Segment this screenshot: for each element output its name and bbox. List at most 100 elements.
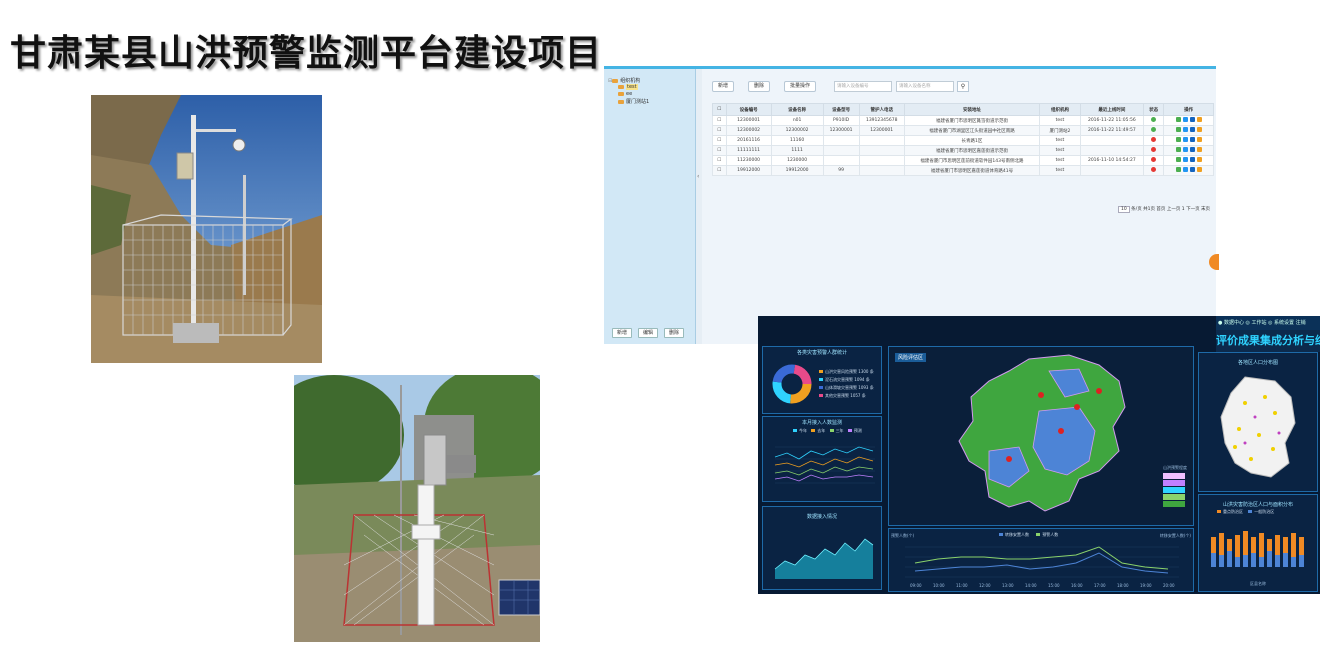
edit-icon[interactable] (1182, 127, 1188, 132)
row-checkbox[interactable]: ☐ (712, 125, 727, 136)
config-icon[interactable] (1189, 167, 1195, 172)
col-header[interactable]: 最近上线时间 (1079, 103, 1144, 116)
view-icon[interactable] (1175, 127, 1181, 132)
col-header[interactable]: 安装地址 (903, 103, 1041, 116)
row-checkbox[interactable]: ☐ (712, 145, 727, 156)
col-header[interactable]: 状态 (1142, 103, 1165, 116)
config-icon[interactable] (1189, 117, 1195, 122)
x-tick-label: 20:00 (1163, 583, 1175, 588)
config-icon[interactable] (1189, 147, 1195, 152)
line-chart (774, 446, 875, 484)
cell-phone: 12300001 (858, 125, 905, 136)
cell-last-online (1079, 145, 1144, 156)
delete-button[interactable]: 删除 (748, 81, 771, 92)
warning-line-chart (905, 546, 1179, 578)
config-icon[interactable] (1189, 137, 1195, 142)
donut-chart (772, 364, 812, 404)
col-header[interactable]: 组织机构 (1039, 103, 1081, 116)
search-icon[interactable]: ⚲ (957, 81, 969, 92)
risk-legend (1163, 473, 1185, 509)
tree-root[interactable]: ⊟ 组织机构 (608, 77, 640, 84)
col-header[interactable]: 设备型号 (822, 103, 860, 116)
bar-segment (1299, 537, 1304, 555)
cell-last-online (1079, 135, 1144, 146)
view-icon[interactable] (1175, 137, 1181, 142)
table-row[interactable]: ☐ 20161116 11160 长青路1区 test (712, 135, 1214, 146)
config-icon[interactable] (1189, 127, 1195, 132)
table-row[interactable]: ☐ 12300002 12300002 12300001 12300001 福建省厦门市湖… (712, 125, 1214, 136)
page-size-select[interactable]: 10 (1118, 206, 1130, 213)
settings-icon[interactable] (1196, 157, 1202, 162)
row-checkbox[interactable]: ☐ (712, 155, 727, 166)
cell-org: 厦门测站2 (1039, 125, 1081, 136)
cell-device-id: 20161116 (725, 135, 772, 146)
col-header[interactable]: 设备名称 (770, 103, 824, 116)
bar-segment (1259, 533, 1264, 557)
bottom-legend: 转移安置人数 预警人数 (999, 532, 1058, 538)
edit-icon[interactable] (1182, 137, 1188, 142)
settings-icon[interactable] (1196, 127, 1202, 132)
cell-status (1142, 165, 1165, 176)
x-tick-label: 18:00 (1117, 583, 1129, 588)
x-tick-label: 13:00 (1002, 583, 1014, 588)
edit-icon[interactable] (1182, 157, 1188, 162)
edit-icon[interactable] (1182, 167, 1188, 172)
map-tag[interactable]: 风险评估区 (895, 353, 927, 362)
table-row[interactable]: ☐ 11111111 1111 福建省厦门市思明区嘉莲街道示范街 test (712, 145, 1214, 156)
bar-segment (1275, 555, 1280, 567)
config-icon[interactable] (1189, 157, 1195, 162)
cell-address: 福建省厦门市思明区嘉莲街道体育路41号 (903, 165, 1041, 176)
settings-icon[interactable] (1196, 117, 1202, 122)
cell-actions (1163, 155, 1214, 166)
pagination-links[interactable]: 条/页 共1页 首页 上一页 1 下一页 末页 (1131, 207, 1210, 212)
device-list-panel: 新增 删除 批量操作 请输入设备编号 请输入设备名称 ⚲ ☐ 设备编号 设备名称… (702, 69, 1216, 344)
x-axis: 09:00 10:00 11:00 12:00 13:00 14:00 15:00 16:00… (905, 583, 1179, 589)
select-all-checkbox[interactable]: ☐ (712, 103, 727, 116)
station-photo-raingauge (294, 375, 540, 642)
tree-delete-button[interactable]: 删除 (664, 328, 685, 338)
device-name-input[interactable]: 请输入设备名称 (896, 81, 954, 92)
cell-actions (1163, 125, 1214, 136)
bar-segment (1219, 555, 1224, 567)
device-id-input[interactable]: 请输入设备编号 (834, 81, 892, 92)
row-checkbox[interactable]: ☐ (712, 115, 727, 126)
pagination: 10 条/页 共1页 首页 上一页 1 下一页 末页 (1118, 206, 1210, 213)
table-row[interactable]: ☐ 12300001 n01 P910ID 13912345678 福建省厦门市思明区篔筜… (712, 115, 1214, 126)
population-map[interactable] (1215, 373, 1305, 483)
tree-node-ee[interactable]: ee (618, 91, 632, 97)
table-row[interactable]: ☐ 19912000 19912000 99 福建省厦门市思明区嘉莲街道体育路41号 te… (712, 165, 1214, 176)
cell-phone (858, 155, 905, 166)
cell-org: test (1039, 115, 1081, 126)
row-checkbox[interactable]: ☐ (712, 135, 727, 146)
tree-add-button[interactable]: 新增 (612, 328, 633, 338)
col-header[interactable]: 操作 (1163, 103, 1214, 116)
tree-node-xiamen[interactable]: 厦门测站1 (618, 98, 649, 105)
batch-button[interactable]: 批量操作 (784, 81, 817, 92)
view-icon[interactable] (1175, 117, 1181, 122)
collapse-arrow-icon[interactable]: ‹ (697, 173, 699, 180)
tree-edit-button[interactable]: 编辑 (638, 328, 659, 338)
row-checkbox[interactable]: ☐ (712, 165, 727, 176)
x-tick-label: 19:00 (1140, 583, 1152, 588)
cell-device-model (822, 135, 860, 146)
edit-icon[interactable] (1182, 147, 1188, 152)
col-header[interactable]: 管护人电话 (858, 103, 905, 116)
add-button[interactable]: 新增 (712, 81, 735, 92)
float-side-tab[interactable] (1209, 254, 1219, 270)
view-icon[interactable] (1175, 167, 1181, 172)
settings-icon[interactable] (1196, 137, 1202, 142)
panel-title: 数据接入情况 (806, 514, 837, 520)
view-icon[interactable] (1175, 147, 1181, 152)
col-header[interactable]: 设备编号 (725, 103, 772, 116)
settings-icon[interactable] (1196, 167, 1202, 172)
dashboard-nav[interactable]: ● 数据中心 ◎ 工作站 ◎ 系统设置 注销 (1216, 316, 1320, 330)
region-map[interactable] (949, 351, 1149, 521)
edit-icon[interactable] (1182, 117, 1188, 122)
warning-line-panel: 转移安置人数 预警人数 预警人数(个) 转移安置人数(个) 09:00 10:00… (888, 528, 1194, 592)
bar-segment (1283, 553, 1288, 567)
tree-node-test[interactable]: test (618, 84, 638, 90)
settings-icon[interactable] (1196, 147, 1202, 152)
cell-address: 福建省厦门市思明区嘉莲街道示范街 (903, 145, 1041, 156)
table-row[interactable]: ☐ 11230000 1230000 福建省厦门市思明区莲前街道软件园143号南侧北路… (712, 155, 1214, 166)
view-icon[interactable] (1175, 157, 1181, 162)
